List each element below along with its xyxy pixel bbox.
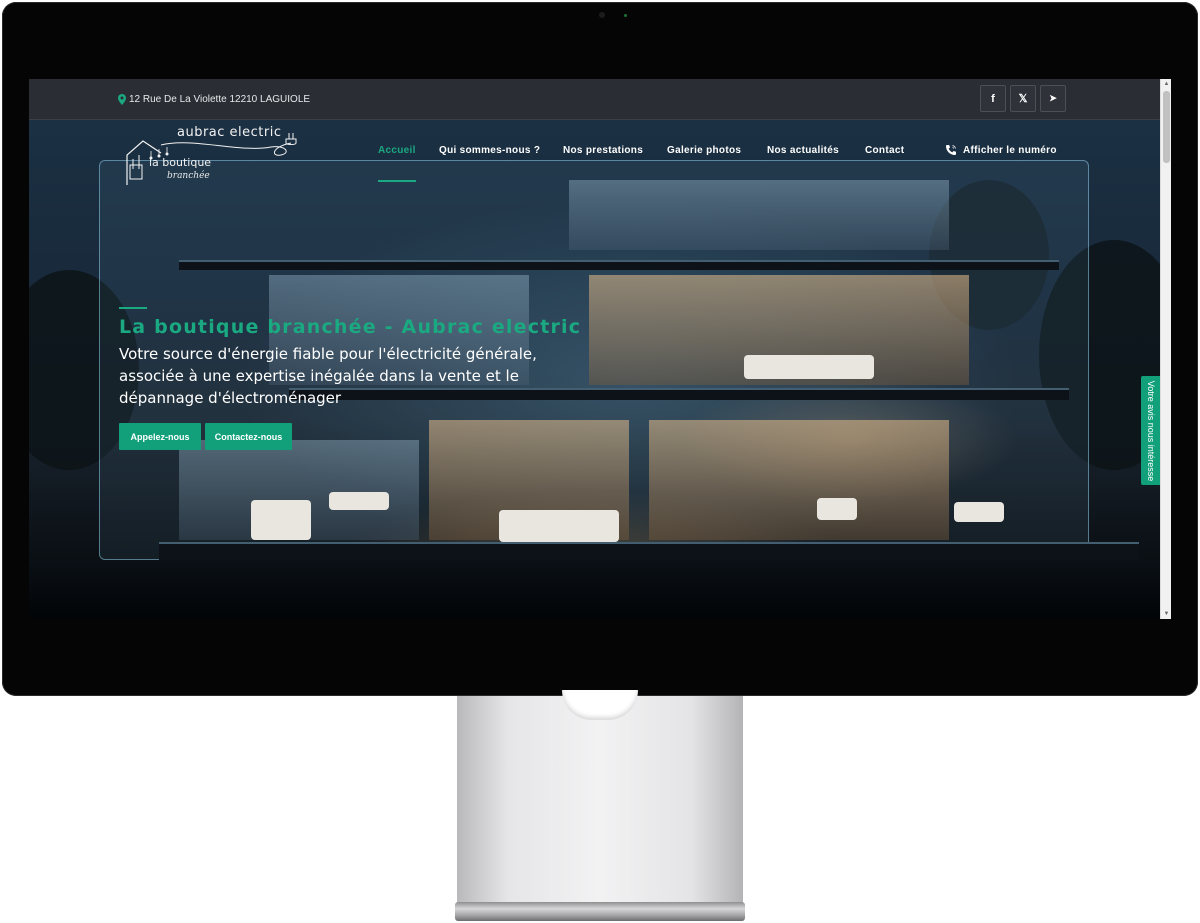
active-nav-indicator [378,180,416,182]
nav-item-qui-sommes-nous[interactable]: Qui sommes-nous ? [439,145,540,156]
contact-us-button[interactable]: Contactez-nous [205,423,292,450]
address: 12 Rue De La Violette 12210 LAGUIOLE [118,92,310,106]
address-text: 12 Rue De La Violette 12210 LAGUIOLE [129,93,311,105]
water-reflection [29,560,1160,619]
map-pin-icon [118,93,126,105]
monitor-stand [457,696,743,903]
vertical-scrollbar[interactable]: ▲ ▼ [1160,79,1171,619]
logo-line-3: branchée [167,171,210,181]
scrollbar-thumb[interactable] [1163,91,1170,163]
x-twitter-icon: 𝕏 [1018,93,1028,105]
logo-line-1: aubrac electric [177,125,282,140]
scroll-down-arrow-icon[interactable]: ▼ [1161,609,1171,619]
facebook-icon: f [991,92,995,105]
nav-item-galerie-photos[interactable]: Galerie photos [667,145,741,156]
site-logo[interactable]: aubrac electric la boutique branchée [121,125,301,185]
nav-item-nos-actualites[interactable]: Nos actualités [767,145,839,156]
call-us-button[interactable]: Appelez-nous [119,423,201,450]
facebook-button[interactable]: f [980,85,1006,112]
telegram-button[interactable]: ➤ [1040,85,1066,112]
hero-subtitle: Votre source d'énergie fiable pour l'éle… [119,345,537,407]
nav-item-accueil[interactable]: Accueil [378,145,416,156]
telegram-icon: ➤ [1049,93,1057,103]
logo-line-2: la boutique [149,156,212,169]
feedback-tab-label: Votre avis nous intéresse [1146,380,1156,481]
stand-foot [455,902,745,921]
scroll-up-arrow-icon[interactable]: ▲ [1161,79,1171,89]
hero-title: La boutique branchée - Aubrac electric [119,316,582,338]
top-bar: 12 Rue De La Violette 12210 LAGUIOLE f 𝕏… [29,79,1160,120]
nav-item-contact[interactable]: Contact [865,145,904,156]
show-phone-label: Afficher le numéro [963,144,1057,156]
camera [599,12,605,18]
hero-accent-line [119,307,147,309]
camera-led [624,14,627,17]
feedback-tab[interactable]: Votre avis nous intéresse [1141,376,1161,485]
browser-viewport: 12 Rue De La Violette 12210 LAGUIOLE f 𝕏… [29,79,1171,619]
x-twitter-button[interactable]: 𝕏 [1010,85,1036,112]
phone-icon [946,145,956,155]
nav-item-nos-prestations[interactable]: Nos prestations [563,145,643,156]
show-phone-button[interactable]: Afficher le numéro [945,144,1057,156]
